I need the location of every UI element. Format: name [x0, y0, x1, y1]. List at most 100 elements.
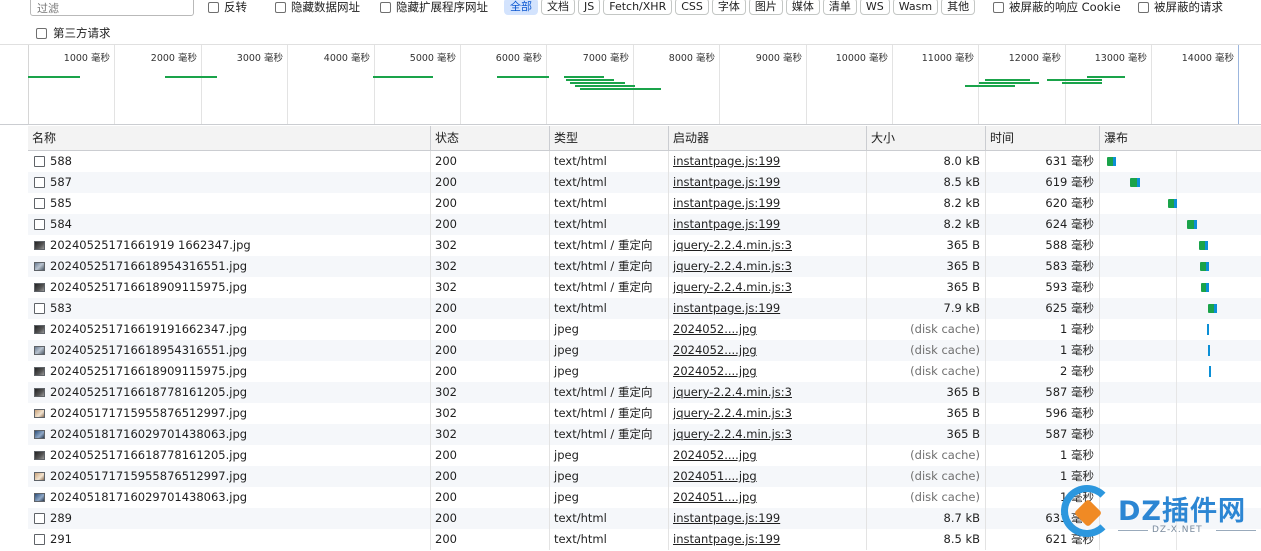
initiator-link[interactable]: 2024052....jpg	[673, 322, 757, 336]
chip-wasm[interactable]: Wasm	[892, 0, 939, 15]
initiator-link[interactable]: jquery-2.2.4.min.js:3	[673, 427, 792, 441]
initiator-link[interactable]: 2024052....jpg	[673, 343, 757, 357]
chip-ws[interactable]: WS	[859, 0, 890, 15]
checkbox-box[interactable]	[275, 1, 286, 13]
blocked-cookies-checkbox[interactable]: 被屏蔽的响应 Cookie	[993, 0, 1121, 14]
cell-name[interactable]: 584	[28, 214, 431, 235]
cell-name[interactable]: 202405171715955876512997.jpg	[28, 403, 431, 424]
header-name[interactable]: 名称	[28, 126, 431, 151]
table-row[interactable]: 585 200 text/html instantpage.js:199 8.2 kB 6…	[28, 193, 1261, 214]
cell-name[interactable]: 202405181716029701438063.jpg	[28, 487, 431, 508]
table-row[interactable]: 584 200 text/html instantpage.js:199 8.2 kB 6…	[28, 214, 1261, 235]
table-row[interactable]: 20240525171661919 1662347.jpg 302 text/htm…	[28, 235, 1261, 256]
table-row[interactable]: 202405251716618954316551.jpg 200 jpeg 20240…	[28, 340, 1261, 361]
cell-name[interactable]: 202405251716618909115975.jpg	[28, 361, 431, 382]
table-row[interactable]: 202405251716618909115975.jpg 302 text/html…	[28, 277, 1261, 298]
header-waterfall[interactable]: 瀑布	[1100, 126, 1261, 151]
cell-name[interactable]: 291	[28, 529, 431, 550]
timeline-overview[interactable]: 1000 毫秒 2000 毫秒 3000 毫秒 4000 毫秒 5000 毫秒 6000 …	[0, 44, 1261, 125]
cell-name[interactable]: 583	[28, 298, 431, 319]
initiator-link[interactable]: instantpage.js:199	[673, 154, 780, 168]
initiator-link[interactable]: 2024052....jpg	[673, 448, 757, 462]
chip-font[interactable]: 字体	[711, 0, 746, 15]
cell-waterfall[interactable]	[1100, 424, 1261, 445]
chip-js[interactable]: JS	[578, 0, 601, 15]
table-row[interactable]: 202405251716619191662347.jpg 200 jpeg 20240…	[28, 319, 1261, 340]
cell-waterfall[interactable]	[1100, 235, 1261, 256]
cell-name[interactable]: 585	[28, 193, 431, 214]
header-status[interactable]: 状态	[431, 126, 550, 151]
initiator-link[interactable]: 2024051....jpg	[673, 469, 757, 483]
table-row[interactable]: 587 200 text/html instantpage.js:199 8.5 kB 6…	[28, 172, 1261, 193]
checkbox-box[interactable]	[36, 27, 47, 39]
cell-waterfall[interactable]	[1100, 382, 1261, 403]
cell-name[interactable]: 587	[28, 172, 431, 193]
checkbox-box[interactable]	[1138, 1, 1149, 13]
cell-name[interactable]: 202405171715955876512997.jpg	[28, 466, 431, 487]
cell-waterfall[interactable]	[1100, 445, 1261, 466]
checkbox-box[interactable]	[993, 1, 1004, 13]
chip-fetch-xhr[interactable]: Fetch/XHR	[603, 0, 673, 15]
cell-name[interactable]: 202405251716618778161205.jpg	[28, 382, 431, 403]
cell-name[interactable]: 202405251716618954316551.jpg	[28, 340, 431, 361]
table-row[interactable]: 202405251716618778161205.jpg 302 text/html…	[28, 382, 1261, 403]
cell-name[interactable]: 289	[28, 508, 431, 529]
chip-doc[interactable]: 文档	[541, 0, 575, 15]
cell-name[interactable]: 202405251716619191662347.jpg	[28, 319, 431, 340]
overview-selection-edge[interactable]	[1238, 45, 1239, 124]
header-type[interactable]: 类型	[550, 126, 669, 151]
third-party-checkbox[interactable]: 第三方请求	[36, 25, 111, 41]
chip-manifest[interactable]: 清单	[822, 0, 857, 15]
initiator-link[interactable]: instantpage.js:199	[673, 217, 780, 231]
cell-waterfall[interactable]	[1100, 361, 1261, 382]
cell-name[interactable]: 20240525171661919 1662347.jpg	[28, 235, 431, 256]
initiator-link[interactable]: jquery-2.2.4.min.js:3	[673, 406, 792, 420]
cell-name[interactable]: 202405251716618778161205.jpg	[28, 445, 431, 466]
cell-name[interactable]: 202405251716618954316551.jpg	[28, 256, 431, 277]
initiator-link[interactable]: 2024051....jpg	[673, 490, 757, 504]
header-initiator[interactable]: 启动器	[669, 126, 867, 151]
table-row[interactable]: 588 200 text/html instantpage.js:199 8.0 kB 6…	[28, 151, 1261, 172]
table-row[interactable]: 202405251716618909115975.jpg 200 jpeg 20240…	[28, 361, 1261, 382]
header-time[interactable]: 时间	[986, 126, 1100, 151]
cell-name[interactable]: 202405181716029701438063.jpg	[28, 424, 431, 445]
cell-waterfall[interactable]	[1100, 277, 1261, 298]
cell-waterfall[interactable]	[1100, 340, 1261, 361]
checkbox-box[interactable]	[208, 1, 219, 13]
initiator-link[interactable]: jquery-2.2.4.min.js:3	[673, 385, 792, 399]
initiator-link[interactable]: instantpage.js:199	[673, 196, 780, 210]
cell-waterfall[interactable]	[1100, 403, 1261, 424]
initiator-link[interactable]: instantpage.js:199	[673, 301, 780, 315]
table-row[interactable]: 202405181716029701438063.jpg 302 text/html…	[28, 424, 1261, 445]
chip-other[interactable]: 其他	[941, 0, 976, 15]
initiator-link[interactable]: instantpage.js:199	[673, 532, 780, 546]
initiator-link[interactable]: instantpage.js:199	[673, 511, 780, 525]
filter-input[interactable]	[30, 0, 194, 16]
table-row[interactable]: 202405171715955876512997.jpg 302 text/html…	[28, 403, 1261, 424]
initiator-link[interactable]: jquery-2.2.4.min.js:3	[673, 238, 792, 252]
table-row[interactable]: 583 200 text/html instantpage.js:199 7.9 kB 6…	[28, 298, 1261, 319]
hide-extension-urls-checkbox[interactable]: 隐藏扩展程序网址	[380, 0, 488, 14]
initiator-link[interactable]: 2024052....jpg	[673, 364, 757, 378]
blocked-requests-checkbox[interactable]: 被屏蔽的请求	[1138, 0, 1223, 14]
checkbox-box[interactable]	[380, 1, 391, 13]
table-row[interactable]: 202405251716618954316551.jpg 302 text/html…	[28, 256, 1261, 277]
cell-waterfall[interactable]	[1100, 151, 1261, 172]
invert-checkbox[interactable]: 反转	[208, 0, 247, 14]
chip-img[interactable]: 图片	[748, 0, 783, 15]
initiator-link[interactable]: instantpage.js:199	[673, 175, 780, 189]
cell-waterfall[interactable]	[1100, 214, 1261, 235]
cell-waterfall[interactable]	[1100, 319, 1261, 340]
cell-waterfall[interactable]	[1100, 298, 1261, 319]
cell-name[interactable]: 202405251716618909115975.jpg	[28, 277, 431, 298]
cell-waterfall[interactable]	[1100, 256, 1261, 277]
table-row[interactable]: 202405251716618778161205.jpg 200 jpeg 20240…	[28, 445, 1261, 466]
cell-waterfall[interactable]	[1100, 172, 1261, 193]
hide-data-urls-checkbox[interactable]: 隐藏数据网址	[275, 0, 360, 14]
cell-name[interactable]: 588	[28, 151, 431, 172]
cell-waterfall[interactable]	[1100, 193, 1261, 214]
initiator-link[interactable]: jquery-2.2.4.min.js:3	[673, 280, 792, 294]
chip-all[interactable]: 全部	[504, 0, 538, 15]
chip-media[interactable]: 媒体	[785, 0, 820, 15]
header-size[interactable]: 大小	[867, 126, 986, 151]
